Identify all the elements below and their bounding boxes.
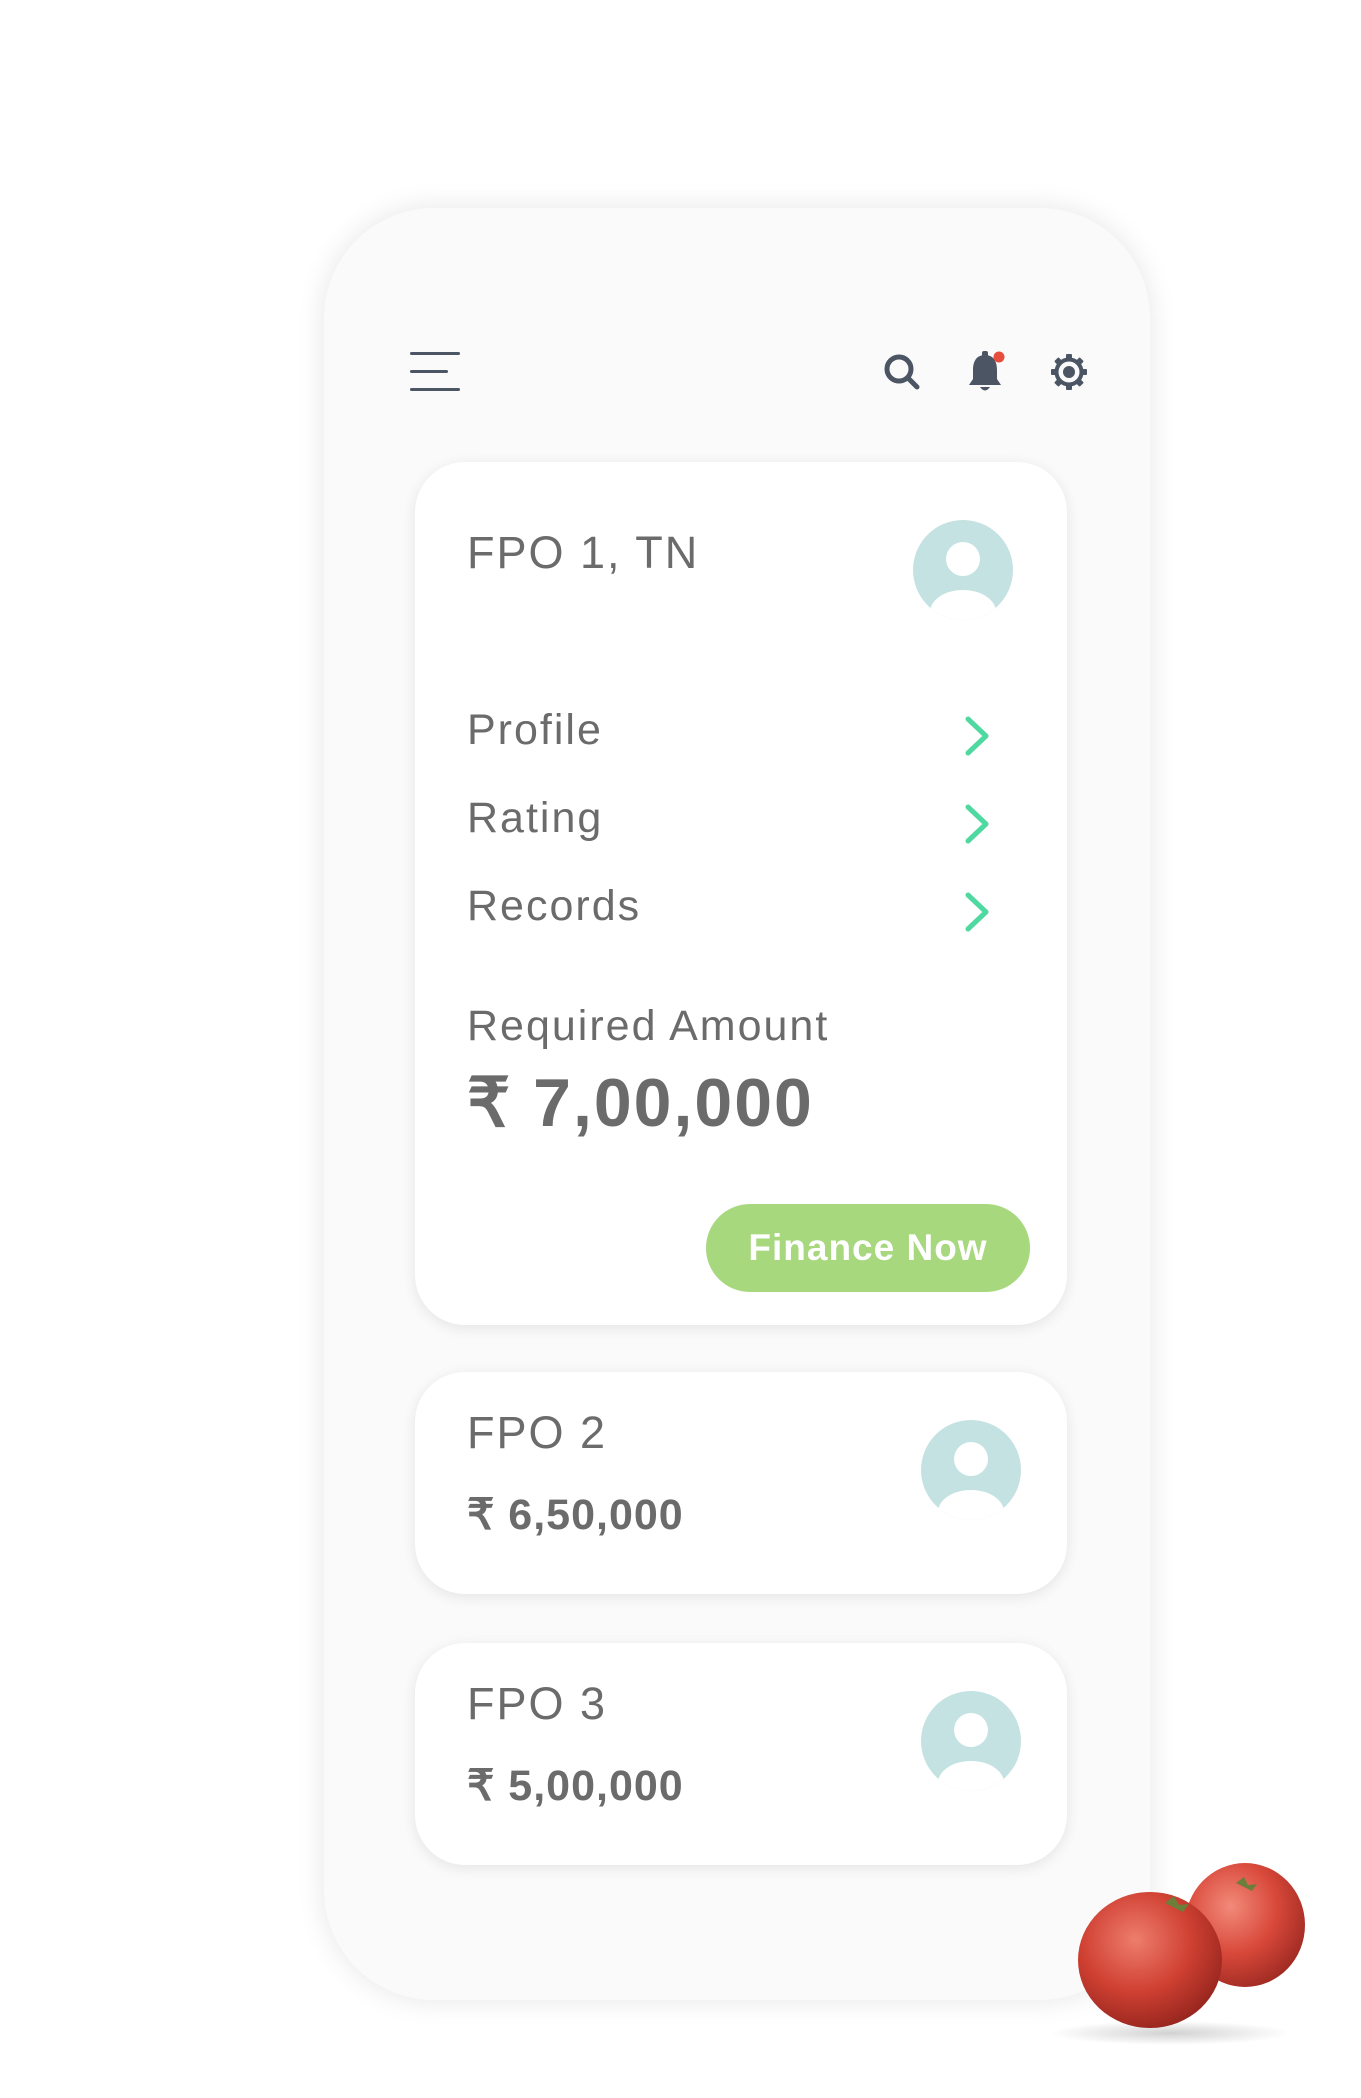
menu-icon[interactable] — [410, 350, 460, 394]
tomatoes-illustration — [1040, 1855, 1330, 2045]
fpo-card-main: FPO 1, TN Profile Rating Records Require… — [415, 462, 1067, 1325]
fpo-card-2[interactable]: FPO 2 ₹ 6,50,000 — [415, 1372, 1067, 1594]
menu-item-rating[interactable]: Rating — [467, 794, 1007, 854]
finance-now-button[interactable]: Finance Now — [706, 1204, 1030, 1292]
fpo-title: FPO 2 — [467, 1407, 608, 1458]
avatar-icon — [921, 1691, 1021, 1791]
chevron-right-icon — [965, 892, 989, 932]
avatar-icon[interactable] — [913, 520, 1013, 620]
bell-icon[interactable] — [964, 348, 1008, 396]
fpo-amount: ₹ 5,00,000 — [467, 1762, 684, 1810]
menu-item-records[interactable]: Records — [467, 882, 1007, 942]
gear-icon[interactable] — [1047, 348, 1091, 396]
required-amount-value: ₹ 7,00,000 — [467, 1065, 814, 1141]
avatar-icon — [921, 1420, 1021, 1520]
chevron-right-icon — [965, 716, 989, 756]
fpo-title: FPO 1, TN — [467, 527, 700, 578]
menu-item-label: Profile — [467, 706, 603, 754]
menu-item-label: Rating — [467, 794, 604, 842]
chevron-right-icon — [965, 804, 989, 844]
notification-dot — [993, 351, 1005, 363]
required-amount-label: Required Amount — [467, 1002, 830, 1050]
fpo-title: FPO 3 — [467, 1678, 608, 1729]
search-icon[interactable] — [880, 348, 924, 396]
menu-item-label: Records — [467, 882, 642, 930]
phone-frame: FPO 1, TN Profile Rating Records Require… — [324, 208, 1150, 2000]
fpo-card-3[interactable]: FPO 3 ₹ 5,00,000 — [415, 1643, 1067, 1865]
menu-item-profile[interactable]: Profile — [467, 706, 1007, 766]
fpo-amount: ₹ 6,50,000 — [467, 1491, 684, 1539]
